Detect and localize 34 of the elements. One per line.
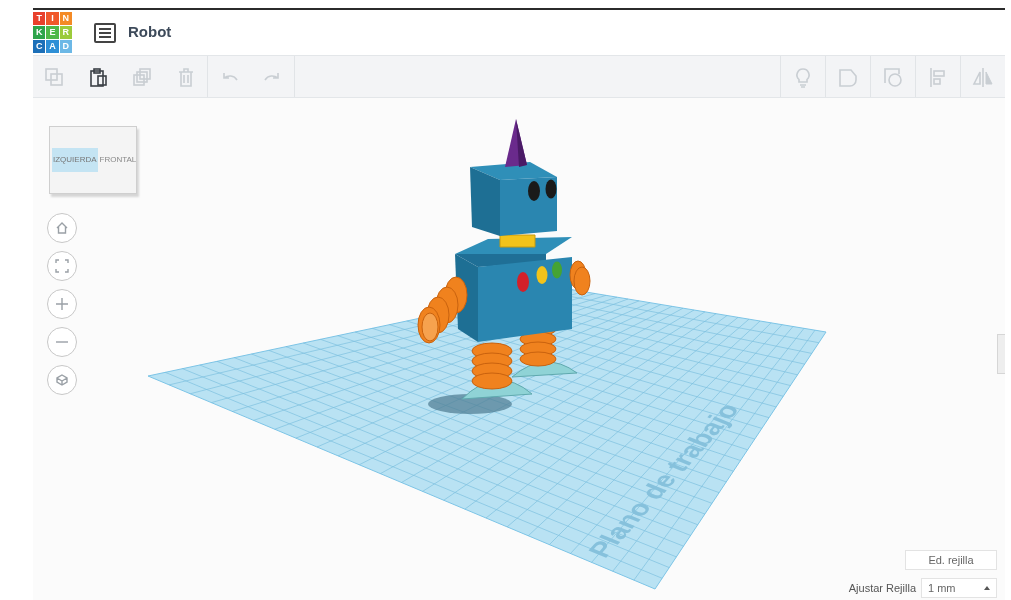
side-panel-tab[interactable]: [997, 334, 1005, 374]
logo-letter: E: [46, 26, 59, 39]
logo-letter: A: [46, 40, 59, 53]
fit-button[interactable]: [47, 251, 77, 281]
logo-letter: K: [33, 26, 46, 39]
logo-letter: R: [59, 26, 72, 39]
plus-icon: [55, 297, 69, 311]
shape-circle-icon: [882, 65, 904, 88]
cube-icon: [55, 373, 69, 387]
cube-face-label: FRONTAL: [99, 156, 137, 164]
logo-letter: I: [46, 12, 59, 25]
logo-letter: T: [33, 12, 46, 25]
zoom-in-button[interactable]: [47, 289, 77, 319]
design-title[interactable]: Robot: [128, 21, 172, 44]
copy-icon: [43, 65, 65, 88]
logo-letter: D: [59, 40, 72, 53]
zoom-out-button[interactable]: [47, 327, 77, 357]
clipboard-icon: [87, 65, 109, 88]
logo-letter: N: [59, 12, 72, 25]
robot-drawing[interactable]: [417, 119, 591, 414]
edit-grid-button[interactable]: Ed. rejilla: [905, 550, 997, 570]
logo-letter: C: [33, 40, 46, 53]
design-list-button[interactable]: [94, 22, 116, 43]
fit-view-icon: [55, 259, 69, 273]
dropdown-icon: [984, 586, 990, 590]
mirror-icon: [972, 65, 994, 88]
cube-face-label: IZQUIERDA: [52, 148, 98, 172]
stacked-squares-icon: [131, 65, 153, 88]
snap-grid-label: Ajustar Rejilla: [848, 580, 916, 596]
home-button[interactable]: [47, 213, 77, 243]
view-cube[interactable]: IZQUIERDA FRONTAL: [49, 126, 137, 194]
home-icon: [55, 221, 69, 235]
snap-grid-select[interactable]: 1 mm: [921, 578, 997, 598]
ortho-button[interactable]: [47, 365, 77, 395]
